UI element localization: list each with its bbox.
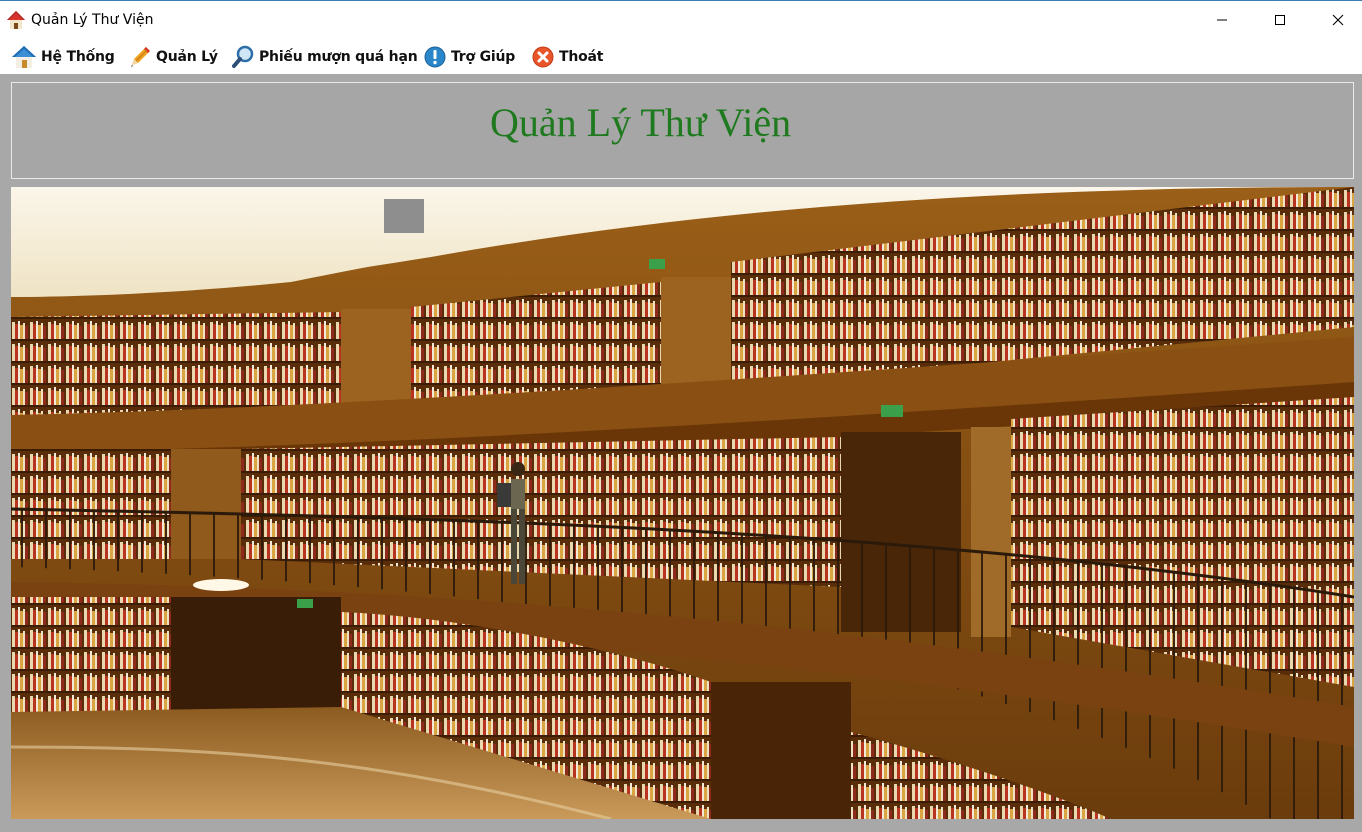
library-interior-image bbox=[11, 187, 1354, 819]
minimize-button[interactable] bbox=[1193, 2, 1251, 38]
menu-item-label: Hệ Thống bbox=[41, 49, 115, 65]
app-window: Quản Lý Thư Viện Hệ Thống Quản Lý Phiếu … bbox=[0, 0, 1362, 832]
menu-item-tro-giup[interactable]: Trợ Giúp bbox=[423, 43, 515, 71]
menu-item-label: Phiếu mượn quá hạn bbox=[259, 49, 418, 65]
menu-item-quan-ly[interactable]: Quản Lý bbox=[128, 43, 218, 71]
info-icon bbox=[424, 46, 446, 68]
maximize-icon bbox=[1275, 15, 1285, 25]
pencil-icon bbox=[131, 47, 150, 67]
home-icon bbox=[6, 10, 26, 30]
window-title: Quản Lý Thư Viện bbox=[31, 12, 154, 28]
title-bar[interactable]: Quản Lý Thư Viện bbox=[0, 2, 1362, 38]
close-icon bbox=[1332, 14, 1344, 26]
menu-bar: Hệ Thống Quản Lý Phiếu mượn quá hạn Trợ … bbox=[0, 39, 1362, 73]
header-panel: Quản Lý Thư Viện bbox=[11, 82, 1354, 179]
menu-item-thoat[interactable]: Thoát bbox=[531, 43, 603, 71]
home-icon bbox=[12, 46, 36, 68]
exit-icon bbox=[532, 46, 554, 68]
main-client-area: Quản Lý Thư Viện bbox=[0, 74, 1362, 832]
page-title: Quản Lý Thư Viện bbox=[490, 100, 792, 145]
library-photo-illustration bbox=[11, 187, 1354, 819]
menu-item-phieu-muon-qua-han[interactable]: Phiếu mượn quá hạn bbox=[231, 43, 418, 71]
minimize-icon bbox=[1217, 19, 1227, 21]
magnifier-icon bbox=[232, 45, 254, 68]
menu-item-he-thong[interactable]: Hệ Thống bbox=[11, 43, 115, 71]
menu-item-label: Thoát bbox=[559, 49, 604, 65]
maximize-button[interactable] bbox=[1251, 2, 1309, 38]
close-button[interactable] bbox=[1309, 2, 1362, 38]
menu-item-label: Trợ Giúp bbox=[451, 49, 516, 65]
menu-item-label: Quản Lý bbox=[156, 49, 218, 65]
